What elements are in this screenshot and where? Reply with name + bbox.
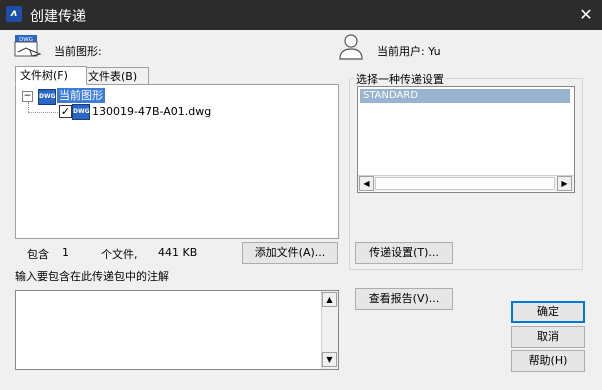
app-logo-icon: ʌ [6,6,22,22]
file-count: 1 [62,246,69,259]
contains-label: 包含 [27,248,49,261]
tree-root-current-drawing[interactable]: 当前图形 [57,88,105,103]
add-file-button[interactable]: 添加文件(A)... [242,242,338,264]
setup-item-standard[interactable]: STANDARD [360,89,570,103]
horizontal-scrollbar[interactable]: ◀ ▶ [358,175,574,191]
cancel-button[interactable]: 取消 [511,326,585,348]
file-checkbox[interactable]: ✓ [59,105,72,118]
drawing-document-icon: DWG [14,35,42,57]
tree-connector [28,102,30,112]
tree-item-file[interactable]: 130019-47B-A01.dwg [92,105,211,118]
setup-group-label: 选择一种传递设置 [354,71,446,87]
window-title: 创建传递 [30,9,86,25]
notes-textarea[interactable]: ▲ ▼ [15,290,339,370]
transmittal-setup-button[interactable]: 传递设置(T)... [355,242,453,264]
scroll-right-icon[interactable]: ▶ [557,176,572,191]
total-size: 441 KB [158,246,198,259]
help-button[interactable]: 帮助(H) [511,350,585,372]
files-label: 个文件, [101,248,138,261]
title-bar: ʌ 创建传递 ✕ [0,0,602,30]
setup-listbox[interactable]: STANDARD ◀ ▶ [357,86,575,193]
dwg-file-icon: DWG [38,89,56,105]
scroll-up-icon[interactable]: ▲ [322,292,337,307]
scroll-left-icon[interactable]: ◀ [359,176,374,191]
view-report-button[interactable]: 查看报告(V)... [355,288,453,310]
collapse-icon[interactable]: − [22,91,33,102]
close-button[interactable]: ✕ [576,5,596,25]
file-tree-panel[interactable]: − DWG 当前图形 ✓ DWG 130019-47B-A01.dwg [15,84,339,239]
tab-file-tree[interactable]: 文件树(F) [15,66,87,85]
scroll-down-icon[interactable]: ▼ [322,352,337,367]
user-icon [339,34,363,60]
vertical-scrollbar[interactable]: ▲ ▼ [321,291,338,369]
scroll-thumb[interactable] [375,177,555,190]
current-user-label: 当前用户: Yu [377,45,441,58]
current-drawing-label: 当前图形: [54,45,102,58]
dwg-file-icon: DWG [72,104,90,120]
tree-connector [28,112,58,114]
ok-button[interactable]: 确定 [511,301,585,323]
notes-label: 输入要包含在此传递包中的注解 [15,270,169,283]
